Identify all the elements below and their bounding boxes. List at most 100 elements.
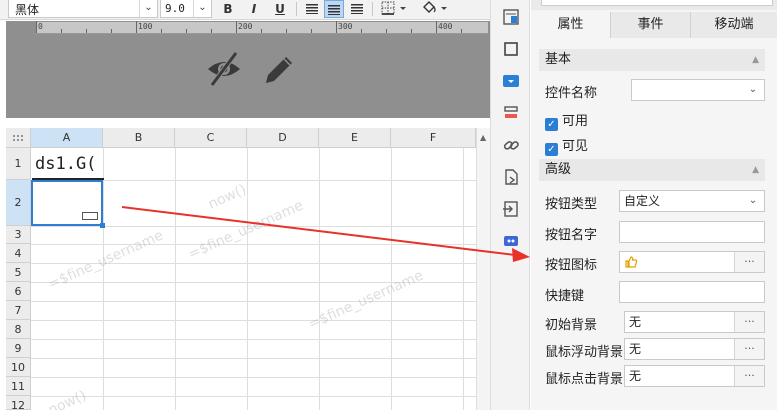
ruler-tick (261, 29, 262, 33)
spreadsheet-grid: A B C D E F 1 2 3 4 5 6 7 8 9 10 11 12 d (6, 128, 490, 410)
row-header-12[interactable]: 12 (6, 396, 31, 410)
row-header-1[interactable]: 1 (6, 148, 31, 180)
hover-bg-value: 无 (629, 342, 642, 356)
font-family-value: 黑体 (15, 3, 40, 17)
ruler-tick (311, 29, 312, 33)
layer-list-icon[interactable] (502, 104, 520, 122)
report-block-icon[interactable] (502, 8, 520, 26)
fill-handle[interactable] (100, 223, 105, 228)
cell-a2-selected[interactable] (31, 180, 105, 228)
italic-button[interactable]: I (244, 0, 264, 18)
align-right-button[interactable] (347, 0, 367, 18)
column-header-f[interactable]: F (391, 128, 476, 148)
panel-top-field[interactable] (541, 0, 773, 6)
init-bg-field[interactable]: 无 ··· (624, 311, 765, 333)
button-name-input[interactable] (619, 221, 765, 243)
row-header-5[interactable]: 5 (6, 263, 31, 282)
link-icon[interactable] (502, 136, 520, 154)
ruler-label: 400 (438, 22, 453, 31)
visible-checkbox[interactable]: ✓ 可见 (545, 135, 588, 156)
ruler-label: 100 (138, 22, 153, 31)
checkmark-icon: ✓ (545, 143, 558, 156)
button-type-select[interactable]: 自定义 ⌄ (619, 190, 765, 212)
column-header-d[interactable]: D (247, 128, 319, 148)
cell-a1[interactable]: ds1.G( (32, 149, 103, 179)
button-icon-field[interactable]: ··· (619, 251, 765, 273)
bold-button[interactable]: B (218, 0, 238, 18)
grid-dots-icon (13, 135, 23, 141)
chevron-up-icon: ▲ (752, 165, 759, 175)
chevron-down-icon: ⌄ (748, 84, 758, 95)
grid-line (31, 320, 476, 321)
grid-line (31, 377, 476, 378)
click-bg-field[interactable]: 无 ··· (624, 365, 765, 387)
more-icon[interactable]: ··· (734, 312, 764, 332)
grid-line (31, 396, 476, 397)
more-icon[interactable]: ··· (734, 339, 764, 359)
tab-events[interactable]: 事件 (611, 12, 691, 38)
row-header-11[interactable]: 11 (6, 377, 31, 396)
align-center-button[interactable] (324, 0, 344, 18)
ruler-tick (86, 29, 87, 33)
hover-bg-field[interactable]: 无 ··· (624, 338, 765, 360)
import-icon[interactable] (502, 200, 520, 218)
enabled-checkbox[interactable]: ✓ 可用 (545, 110, 588, 131)
section-advanced[interactable]: 高级 ▲ (539, 159, 765, 181)
ruler-tick (36, 21, 37, 33)
row-header-10[interactable]: 10 (6, 358, 31, 377)
fill-color-button[interactable] (418, 0, 452, 18)
grid-line (31, 301, 476, 302)
paint-bucket-icon (423, 1, 447, 13)
more-icon[interactable]: ··· (734, 366, 764, 386)
row-header-8[interactable]: 8 (6, 320, 31, 339)
select-all-corner[interactable] (6, 128, 31, 148)
row-header-6[interactable]: 6 (6, 282, 31, 301)
toolbar-divider (296, 2, 297, 16)
ruler-label: 0 (38, 22, 43, 31)
row-header-9[interactable]: 9 (6, 339, 31, 358)
button-widget-icon (82, 212, 98, 220)
border-button[interactable] (378, 0, 412, 18)
tab-mobile[interactable]: 移动端 (691, 12, 777, 38)
shortcut-input[interactable] (619, 281, 765, 303)
plugin-widget-icon[interactable] (502, 232, 520, 250)
section-basic-title: 基本 (545, 52, 572, 67)
click-bg-label: 鼠标点击背景 (545, 372, 624, 387)
enabled-label: 可用 (562, 114, 589, 129)
column-header-c[interactable]: C (175, 128, 247, 148)
dropdown-widget-icon[interactable] (502, 72, 520, 90)
watermark-text: now() (206, 181, 249, 213)
ruler-tick (386, 29, 387, 33)
grid-line (31, 244, 476, 245)
thumbs-up-icon (625, 256, 638, 268)
eye-off-icon[interactable] (208, 51, 240, 87)
row-header-3[interactable]: 3 (6, 226, 31, 244)
section-basic[interactable]: 基本 ▲ (539, 49, 765, 71)
row-header-7[interactable]: 7 (6, 301, 31, 320)
column-header-e[interactable]: E (319, 128, 391, 148)
underline-button[interactable]: U (270, 0, 290, 18)
pencil-icon[interactable] (266, 57, 292, 83)
ruler-tick (136, 21, 137, 33)
font-size-select[interactable]: 9.0 ⌄ (160, 0, 212, 18)
page-export-icon[interactable] (502, 168, 520, 186)
font-family-select[interactable]: 黑体 ⌄ (8, 0, 158, 18)
vertical-scrollbar[interactable]: ▲ (476, 128, 490, 410)
ruler-tick (411, 29, 412, 33)
button-icon-label: 按钮图标 (545, 258, 598, 273)
ruler-tick (336, 21, 337, 33)
watermark-text: =$fine_username (186, 197, 306, 263)
column-header-b[interactable]: B (103, 128, 175, 148)
column-header-a[interactable]: A (31, 128, 103, 148)
align-left-button[interactable] (302, 0, 322, 18)
frame-icon[interactable] (502, 40, 520, 58)
tab-properties[interactable]: 属性 (531, 12, 611, 38)
visible-label: 可见 (562, 139, 589, 154)
scroll-up-icon[interactable]: ▲ (480, 133, 486, 142)
control-name-select[interactable]: ⌄ (631, 79, 765, 101)
row-header-4[interactable]: 4 (6, 244, 31, 263)
row-header-2[interactable]: 2 (6, 180, 31, 226)
more-icon[interactable]: ··· (734, 252, 764, 272)
align-center-icon (328, 5, 340, 15)
form-design-area: 0 100 200 300 400 (6, 21, 490, 118)
